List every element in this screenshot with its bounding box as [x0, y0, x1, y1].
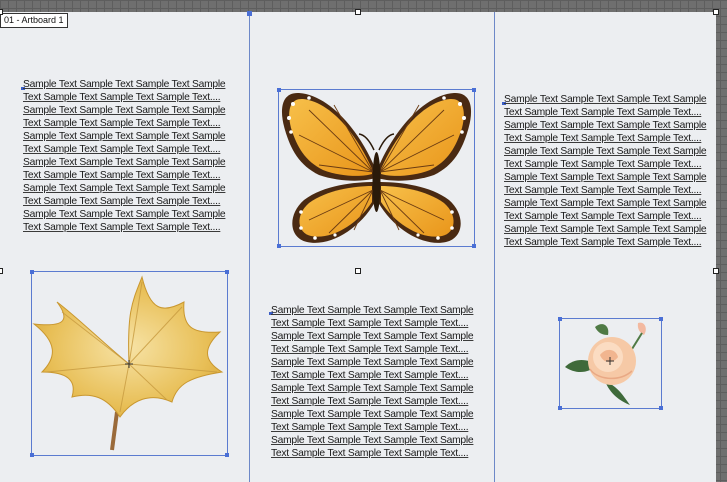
artboard-handle-center[interactable]: [355, 268, 361, 274]
text-line: Text Sample Text Sample Text Sample Text…: [271, 344, 469, 355]
text-line: Sample Text Sample Text Sample Text Samp…: [504, 120, 707, 131]
text-line: Text Sample Text Sample Text Sample Text…: [271, 448, 469, 459]
text-line: Text Sample Text Sample Text Sample Text…: [504, 107, 702, 118]
artboard-handle-top-right[interactable]: [713, 9, 719, 15]
text-line: Sample Text Sample Text Sample Text Samp…: [504, 94, 707, 105]
text-line: Sample Text Sample Text Sample Text Samp…: [23, 209, 226, 220]
text-line: Text Sample Text Sample Text Sample Text…: [23, 196, 221, 207]
text-frame-right[interactable]: Sample Text Sample Text Sample Text Samp…: [504, 93, 714, 249]
rose-image[interactable]: [560, 319, 661, 408]
fold-guide-left: [249, 12, 250, 482]
artboard-handle-middle-right[interactable]: [713, 268, 719, 274]
text-line: Sample Text Sample Text Sample Text Samp…: [504, 146, 707, 157]
text-line: Text Sample Text Sample Text Sample Text…: [23, 92, 221, 103]
artboard-handle-top-center[interactable]: [355, 9, 361, 15]
text-line: Sample Text Sample Text Sample Text Samp…: [23, 183, 226, 194]
text-line: Text Sample Text Sample Text Sample Text…: [23, 222, 221, 233]
artboard-label[interactable]: 01 - Artboard 1: [0, 13, 68, 28]
text-line: Text Sample Text Sample Text Sample Text…: [504, 133, 702, 144]
text-line: Text Sample Text Sample Text Sample Text…: [504, 211, 702, 222]
text-line: Sample Text Sample Text Sample Text Samp…: [271, 305, 474, 316]
text-line: Text Sample Text Sample Text Sample Text…: [271, 318, 469, 329]
text-line: Text Sample Text Sample Text Sample Text…: [271, 422, 469, 433]
fold-guide-right: [494, 12, 495, 482]
text-line: Text Sample Text Sample Text Sample Text…: [504, 185, 702, 196]
text-line: Sample Text Sample Text Sample Text Samp…: [271, 383, 474, 394]
text-line: Text Sample Text Sample Text Sample Text…: [504, 159, 702, 170]
text-line: Sample Text Sample Text Sample Text Samp…: [23, 105, 226, 116]
text-line: Sample Text Sample Text Sample Text Samp…: [23, 131, 226, 142]
butterfly-image[interactable]: [279, 90, 474, 246]
text-line: Sample Text Sample Text Sample Text Samp…: [504, 224, 707, 235]
artboard-handle-top-left[interactable]: [0, 9, 3, 15]
text-line: Sample Text Sample Text Sample Text Samp…: [271, 357, 474, 368]
text-line: Sample Text Sample Text Sample Text Samp…: [504, 172, 707, 183]
text-line: Text Sample Text Sample Text Sample Text…: [23, 144, 221, 155]
text-frame-left[interactable]: Sample Text Sample Text Sample Text Samp…: [23, 78, 233, 234]
text-line: Sample Text Sample Text Sample Text Samp…: [271, 435, 474, 446]
text-line: Sample Text Sample Text Sample Text Samp…: [504, 198, 707, 209]
text-line: Text Sample Text Sample Text Sample Text…: [504, 237, 702, 248]
text-line: Text Sample Text Sample Text Sample Text…: [271, 396, 469, 407]
text-line: Sample Text Sample Text Sample Text Samp…: [271, 331, 474, 342]
text-line: Sample Text Sample Text Sample Text Samp…: [271, 409, 474, 420]
text-line: Sample Text Sample Text Sample Text Samp…: [23, 157, 226, 168]
text-line: Text Sample Text Sample Text Sample Text…: [23, 170, 221, 181]
text-line: Text Sample Text Sample Text Sample Text…: [23, 118, 221, 129]
text-line: Text Sample Text Sample Text Sample Text…: [271, 370, 469, 381]
text-frame-center[interactable]: Sample Text Sample Text Sample Text Samp…: [271, 304, 481, 460]
fold-guide-marker[interactable]: [247, 11, 252, 16]
artboard-handle-middle-left[interactable]: [0, 268, 3, 274]
maple-leaf-image[interactable]: [32, 272, 227, 455]
text-line: Sample Text Sample Text Sample Text Samp…: [23, 79, 226, 90]
